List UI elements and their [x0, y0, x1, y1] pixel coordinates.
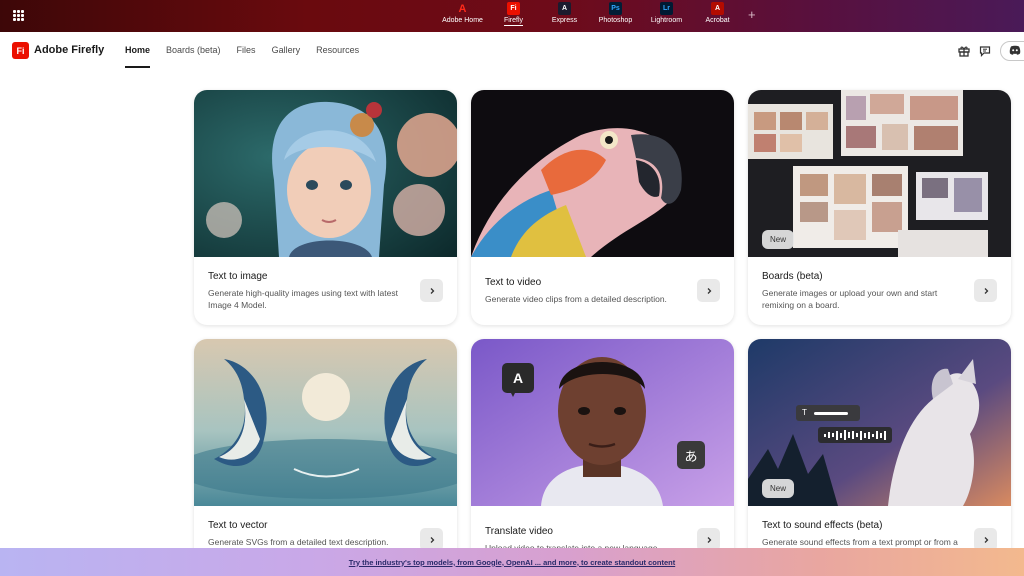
app-label: Photoshop	[598, 17, 633, 24]
app-label: Firefly	[503, 17, 524, 26]
acrobat-app-icon: A	[711, 2, 724, 15]
app-adobe-home[interactable]: A Adobe Home	[437, 2, 488, 26]
card-title: Text to video	[485, 277, 542, 288]
app-label: Express	[551, 17, 578, 24]
nav-gallery[interactable]: Gallery	[272, 32, 301, 70]
photoshop-app-icon: Ps	[609, 2, 622, 15]
app-label: Acrobat	[705, 17, 730, 24]
card-title: Boards (beta)	[762, 271, 823, 282]
card-text-to-vector[interactable]: Text to vector Generate SVGs from a deta…	[194, 339, 457, 574]
firefly-app-icon: Fi	[507, 2, 520, 15]
add-app-button[interactable]: +	[748, 7, 756, 22]
new-badge: New	[762, 479, 795, 498]
apps-grid-icon[interactable]	[13, 10, 24, 21]
card-description: Generate images or upload your own and s…	[762, 288, 938, 310]
card-title: Text to vector	[208, 520, 268, 531]
card-description: Generate high-quality images using text …	[208, 288, 398, 310]
nav-resources[interactable]: Resources	[316, 32, 359, 70]
gift-icon[interactable]	[957, 44, 971, 58]
chevron-right-icon	[705, 531, 713, 549]
source-language-letter: A	[512, 370, 524, 386]
lightroom-app-icon: Lr	[660, 2, 673, 15]
card-image	[471, 90, 734, 257]
card-image: A あ	[471, 339, 734, 506]
adobe-logo-icon: A	[458, 2, 467, 15]
card-title: Text to sound effects (beta)	[762, 520, 883, 531]
card-body: Text to image Generate high-quality imag…	[194, 257, 457, 325]
app-express[interactable]: A Express	[539, 2, 590, 26]
nav-home[interactable]: Home	[125, 32, 151, 68]
waveform-icon	[824, 430, 886, 440]
app-switcher-bar: A Adobe Home Fi Firefly A Express Ps Pho…	[0, 0, 1024, 32]
card-text-to-video[interactable]: Text to video Generate video clips from …	[471, 90, 734, 325]
discord-button[interactable]	[1000, 41, 1024, 61]
discord-icon	[1009, 42, 1021, 60]
card-image: T New	[748, 339, 1011, 506]
app-list: A Adobe Home Fi Firefly A Express Ps Pho…	[437, 2, 743, 26]
express-app-icon: A	[558, 2, 571, 15]
app-label: Adobe Home	[442, 17, 483, 24]
card-image	[194, 339, 457, 506]
app-label: Lightroom	[650, 17, 683, 24]
main-nav: Home Boards (beta) Files Gallery Resourc…	[125, 32, 375, 70]
card-open-button[interactable]	[974, 279, 997, 302]
card-boards[interactable]: New Boards (beta) Generate images or upl…	[748, 90, 1011, 325]
text-line	[814, 412, 848, 415]
card-title: Translate video	[485, 526, 553, 537]
card-image: New	[748, 90, 1011, 257]
chevron-right-icon	[705, 282, 713, 300]
app-acrobat[interactable]: A Acrobat	[692, 2, 743, 26]
text-input-icon: T	[802, 408, 807, 417]
target-language-glyph: あ	[684, 449, 698, 465]
nav-files[interactable]: Files	[237, 32, 256, 70]
promo-link[interactable]: Try the industry's top models, from Goog…	[349, 558, 675, 567]
chevron-right-icon	[982, 282, 990, 300]
card-translate-video[interactable]: A あ Translate video Upload video to tran…	[471, 339, 734, 574]
card-open-button[interactable]	[420, 279, 443, 302]
card-text-to-image[interactable]: Text to image Generate high-quality imag…	[194, 90, 457, 325]
chevron-right-icon	[982, 531, 990, 549]
app-lightroom[interactable]: Lr Lightroom	[641, 2, 692, 26]
chevron-right-icon	[428, 282, 436, 300]
brand-name[interactable]: Adobe Firefly	[34, 44, 104, 56]
card-image	[194, 90, 457, 257]
card-body: Boards (beta) Generate images or upload …	[748, 257, 1011, 325]
firefly-header: Fi Adobe Firefly Home Boards (beta) File…	[0, 32, 1024, 70]
app-photoshop[interactable]: Ps Photoshop	[590, 2, 641, 26]
card-description: Generate sound effects from a text promp…	[762, 537, 958, 547]
card-description: Generate SVGs from a detailed text descr…	[208, 537, 389, 547]
card-title: Text to image	[208, 271, 268, 282]
new-badge: New	[762, 230, 795, 249]
card-open-button[interactable]	[697, 279, 720, 302]
card-body: Text to video Generate video clips from …	[471, 257, 734, 325]
chevron-right-icon	[428, 531, 436, 549]
card-description: Generate video clips from a detailed des…	[485, 294, 667, 304]
chat-feedback-icon[interactable]	[978, 44, 992, 58]
promo-banner: Try the industry's top models, from Goog…	[0, 548, 1024, 576]
app-firefly[interactable]: Fi Firefly	[488, 2, 539, 26]
nav-boards[interactable]: Boards (beta)	[166, 32, 221, 70]
firefly-logo-icon[interactable]: Fi	[12, 42, 29, 59]
card-text-to-sound-effects[interactable]: T New Text to sound effects (beta) Gener…	[748, 339, 1011, 574]
